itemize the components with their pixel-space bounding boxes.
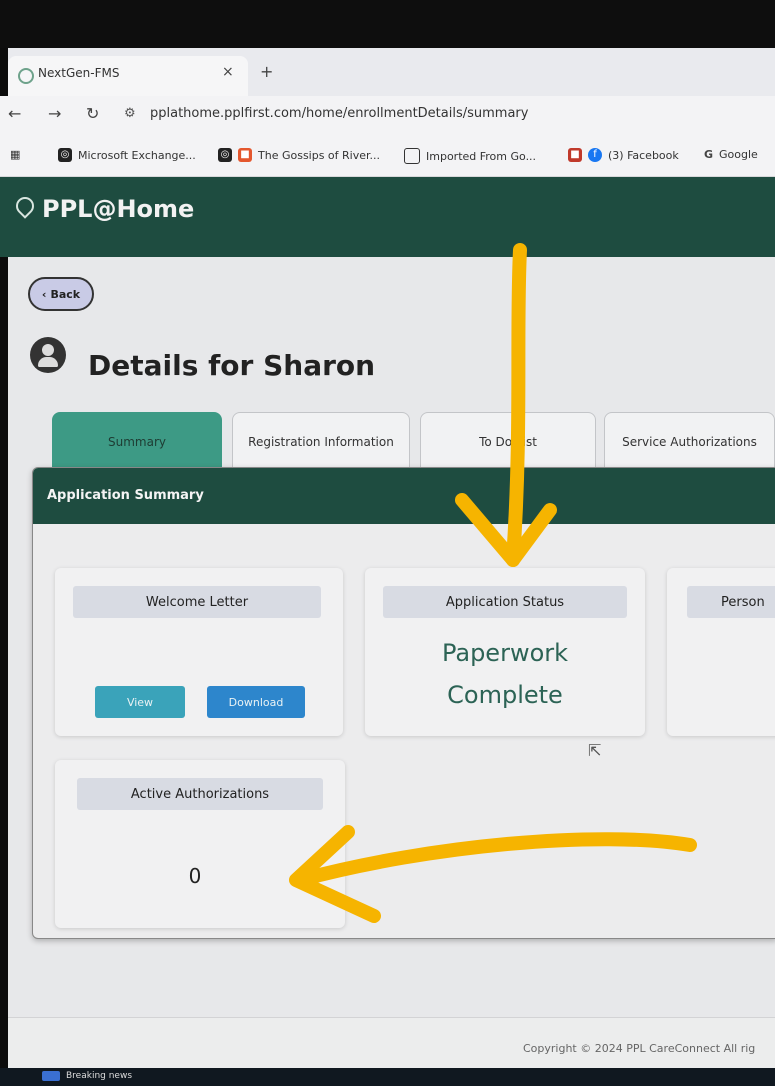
bookmarks-bar: ▦ ◎ Microsoft Exchange... ◎ ■ The Gossips o…: [0, 136, 775, 177]
application-status-label: Application Status: [383, 586, 627, 618]
tab-summary[interactable]: Summary: [52, 412, 222, 472]
download-button[interactable]: Download: [207, 686, 305, 718]
app-logo[interactable]: PPL@Home: [42, 195, 194, 223]
globe-icon: ◎: [58, 148, 72, 162]
reload-icon[interactable]: ↻: [86, 104, 99, 123]
bookmark-favicon-icon: ■: [568, 148, 582, 162]
tab-title: NextGen-FMS: [38, 66, 120, 80]
folder-icon: [404, 148, 420, 164]
details-tabs: Summary Registration Information To Do L…: [48, 412, 775, 472]
news-flag-icon: [42, 1071, 60, 1081]
bookmark-facebook[interactable]: ■ f (3) Facebook: [568, 148, 679, 162]
bookmark-imported[interactable]: Imported From Go...: [404, 148, 536, 164]
active-authorizations-label: Active Authorizations: [77, 778, 323, 810]
globe-icon: ◎: [218, 148, 232, 162]
screen-bezel: [0, 0, 775, 48]
site-favicon-icon: [18, 68, 34, 84]
application-status-card: Application Status Paperwork Complete: [365, 568, 645, 736]
user-avatar-icon: [30, 337, 66, 373]
news-widget[interactable]: Breaking news: [42, 1071, 132, 1081]
google-icon: G: [704, 148, 714, 161]
tab-service-authorizations[interactable]: Service Authorizations: [604, 412, 775, 472]
url-field[interactable]: pplathome.pplfirst.com/home/enrollmentDe…: [150, 106, 528, 121]
main-content: ‹ Back Details for Sharon Summary Regist…: [8, 257, 775, 1017]
welcome-letter-card: Welcome Letter View Download: [55, 568, 343, 736]
bookmark-microsoft-exchange[interactable]: ◎ Microsoft Exchange...: [58, 148, 196, 162]
person-card: Person: [667, 568, 775, 736]
bookmark-google[interactable]: G Google: [704, 148, 758, 161]
bookmark-favicon-icon: ■: [238, 148, 252, 162]
apps-grid-icon[interactable]: ▦: [10, 148, 20, 161]
chevron-left-icon: ‹: [41, 287, 47, 301]
site-settings-icon[interactable]: ⚙: [124, 106, 136, 121]
location-pin-icon: [12, 193, 38, 219]
forward-arrow-icon[interactable]: →: [48, 104, 61, 123]
application-summary-panel: Application Summary Welcome Letter View …: [32, 467, 775, 939]
tab-registration-information[interactable]: Registration Information: [232, 412, 410, 472]
browser-tab[interactable]: NextGen-FMS ×: [8, 56, 248, 96]
view-button[interactable]: View: [95, 686, 185, 718]
os-taskbar: Breaking news: [0, 1068, 775, 1086]
new-tab-button[interactable]: +: [260, 62, 273, 81]
browser-tab-bar: NextGen-FMS × +: [8, 48, 775, 96]
person-label: Person: [687, 586, 775, 618]
application-status-line2: Complete: [447, 681, 563, 709]
bookmark-gossips[interactable]: ◎ ■ The Gossips of River...: [218, 148, 380, 162]
back-arrow-icon[interactable]: ←: [8, 104, 21, 123]
close-tab-icon[interactable]: ×: [222, 64, 234, 80]
active-authorizations-count: 0: [188, 864, 202, 888]
welcome-letter-label: Welcome Letter: [73, 586, 321, 618]
footer: Copyright © 2024 PPL CareConnect All rig: [8, 1017, 775, 1068]
mouse-cursor-icon: ⇱: [588, 741, 602, 760]
application-status-line1: Paperwork: [441, 639, 569, 667]
footer-copyright: Copyright © 2024 PPL CareConnect All rig: [523, 1042, 756, 1055]
address-bar: ← → ↻ ⚙ pplathome.pplfirst.com/home/enro…: [0, 96, 775, 136]
back-button[interactable]: ‹ Back: [28, 277, 94, 311]
summary-header: Application Summary: [33, 468, 775, 524]
page-title: Details for Sharon: [88, 349, 376, 382]
active-authorizations-card: Active Authorizations 0: [55, 760, 345, 928]
summary-title: Application Summary: [47, 488, 204, 503]
tab-to-do-list[interactable]: To Do List: [420, 412, 596, 472]
facebook-icon: f: [588, 148, 602, 162]
app-header: PPL@Home: [0, 177, 775, 257]
